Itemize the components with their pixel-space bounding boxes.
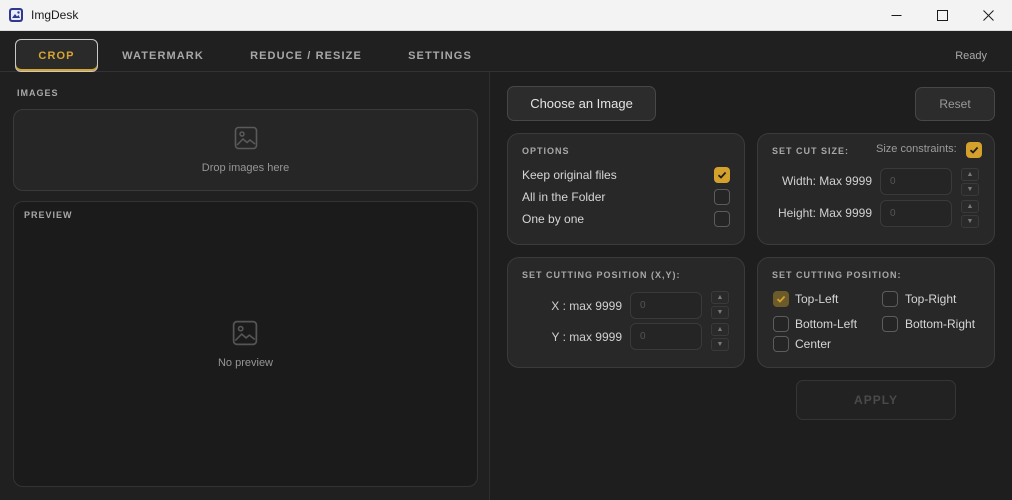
x-label: X : max 9999 <box>551 299 622 313</box>
tab-crop[interactable]: CROP <box>15 39 98 72</box>
y-decrement-button[interactable]: ▼ <box>711 338 729 351</box>
keep-original-checkbox[interactable] <box>714 167 730 183</box>
minimize-icon <box>891 15 901 16</box>
x-increment-button[interactable]: ▲ <box>711 291 729 304</box>
choose-image-button[interactable]: Choose an Image <box>507 86 656 121</box>
y-increment-button[interactable]: ▲ <box>711 323 729 336</box>
apply-button[interactable]: APPLY <box>796 380 956 420</box>
reset-button[interactable]: Reset <box>915 87 995 121</box>
center-label: Center <box>795 337 832 351</box>
top-left-checkbox[interactable] <box>773 291 789 307</box>
image-dropzone[interactable]: Drop images here <box>13 109 478 191</box>
height-input[interactable]: 0 <box>880 200 952 227</box>
tab-watermark[interactable]: WATERMARK <box>110 39 216 72</box>
cut-position-card: SET CUTTING POSITION: Top-Left Top-Right… <box>757 257 995 368</box>
checkmark-icon <box>969 146 979 154</box>
left-panel: IMAGES Drop images here PREVIEW No previ… <box>0 72 490 500</box>
preview-panel: PREVIEW No preview <box>13 201 478 487</box>
size-constraints-label: Size constraints: <box>876 143 957 155</box>
width-increment-button[interactable]: ▲ <box>961 168 979 181</box>
tab-settings[interactable]: SETTINGS <box>396 39 484 72</box>
checkmark-icon <box>776 295 786 303</box>
one-by-one-checkbox[interactable] <box>714 211 730 227</box>
bottom-right-checkbox[interactable] <box>882 316 898 332</box>
options-card: OPTIONS Keep original files All in the F… <box>507 133 745 245</box>
image-icon <box>234 126 258 155</box>
height-increment-button[interactable]: ▲ <box>961 200 979 213</box>
cut-xy-card: SET CUTTING POSITION (X,Y): X : max 9999… <box>507 257 745 368</box>
tab-bar: CROP WATERMARK REDUCE / RESIZE SETTINGS … <box>0 31 1012 72</box>
cut-position-title: SET CUTTING POSITION: <box>772 270 902 280</box>
no-preview-text: No preview <box>217 357 274 369</box>
maximize-icon <box>936 10 948 21</box>
title-bar: ImgDesk <box>0 0 1012 31</box>
options-title: OPTIONS <box>522 146 570 156</box>
bottom-left-checkbox[interactable] <box>773 316 789 332</box>
preview-label: PREVIEW <box>24 210 73 220</box>
keep-original-label: Keep original files <box>522 168 617 182</box>
status-text: Ready <box>955 50 987 62</box>
bottom-right-label: Bottom-Right <box>905 317 976 331</box>
one-by-one-label: One by one <box>522 212 585 226</box>
cut-size-card: SET CUT SIZE: Size constraints: Width: M… <box>757 133 995 245</box>
height-decrement-button[interactable]: ▼ <box>961 215 979 228</box>
top-left-label: Top-Left <box>795 292 839 306</box>
y-input[interactable]: 0 <box>630 323 702 350</box>
width-decrement-button[interactable]: ▼ <box>961 183 979 196</box>
close-icon <box>982 10 994 21</box>
size-constraints-checkbox[interactable] <box>966 142 982 158</box>
minimize-button[interactable] <box>873 0 919 31</box>
cut-size-title: SET CUT SIZE: <box>772 146 850 156</box>
width-label: Width: Max 9999 <box>781 174 872 188</box>
x-input[interactable]: 0 <box>630 292 702 319</box>
checkmark-icon <box>717 171 727 179</box>
top-right-label: Top-Right <box>905 292 957 306</box>
window-title: ImgDesk <box>31 8 79 22</box>
all-in-folder-label: All in the Folder <box>522 190 606 204</box>
y-label: Y : max 9999 <box>551 330 623 344</box>
maximize-button[interactable] <box>919 0 965 31</box>
width-input[interactable]: 0 <box>880 168 952 195</box>
close-button[interactable] <box>965 0 1011 31</box>
image-icon <box>232 320 258 351</box>
drop-hint: Drop images here <box>201 162 290 174</box>
bottom-left-label: Bottom-Left <box>795 317 858 331</box>
app-logo-icon <box>8 7 24 23</box>
height-label: Height: Max 9999 <box>777 206 872 220</box>
all-in-folder-checkbox[interactable] <box>714 189 730 205</box>
tab-reduce-resize[interactable]: REDUCE / RESIZE <box>238 39 374 72</box>
cut-xy-title: SET CUTTING POSITION (X,Y): <box>522 270 681 280</box>
top-right-checkbox[interactable] <box>882 291 898 307</box>
images-label: IMAGES <box>17 88 59 98</box>
center-checkbox[interactable] <box>773 336 789 352</box>
x-decrement-button[interactable]: ▼ <box>711 306 729 319</box>
